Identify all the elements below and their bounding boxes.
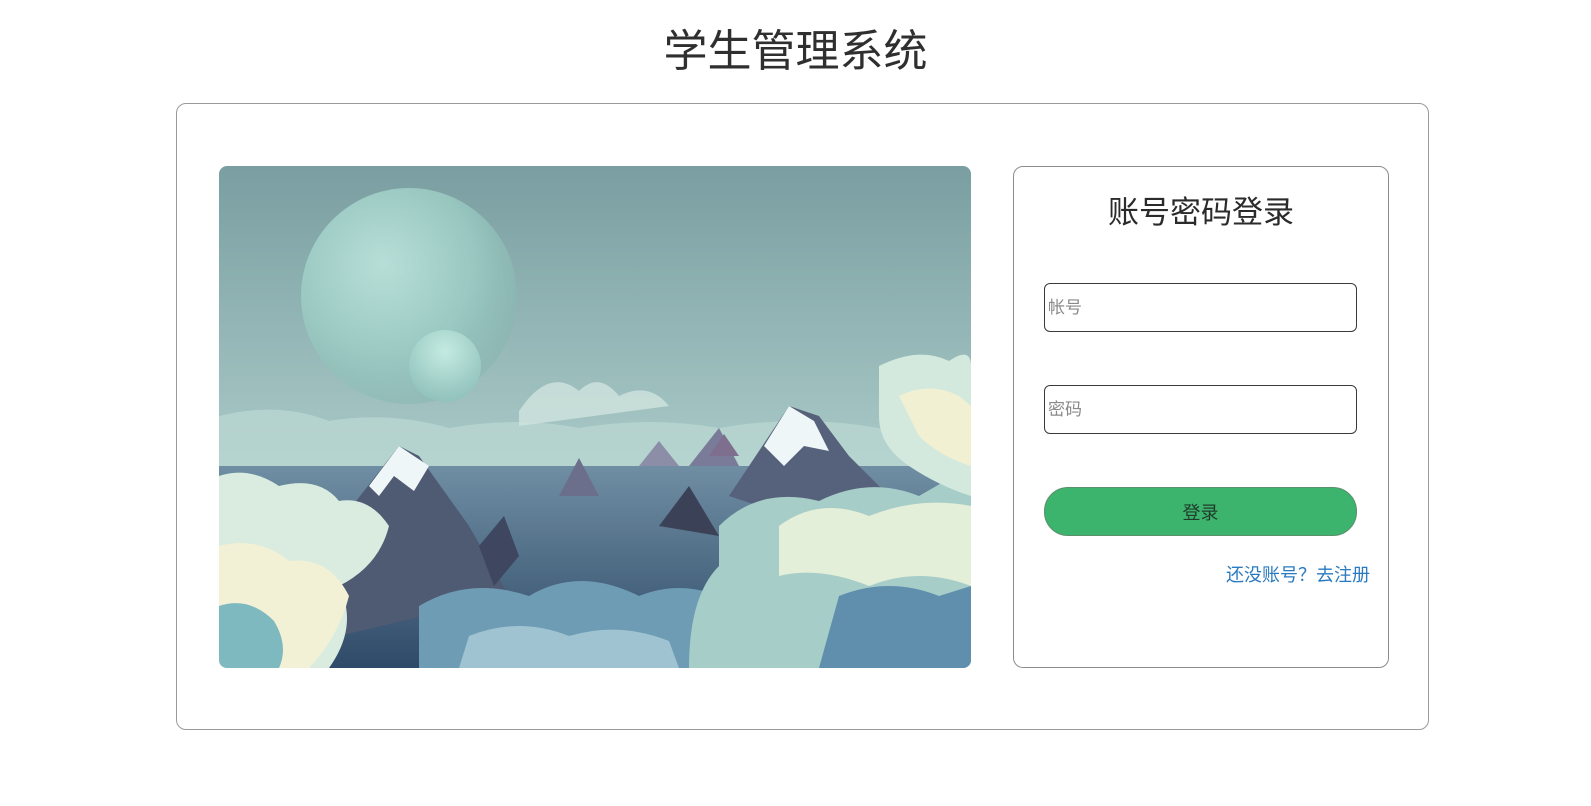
login-title: 账号密码登录 [1108,195,1294,231]
password-input[interactable] [1044,385,1357,434]
login-panel: 账号密码登录 登录 还没账号？去注册 [1013,166,1389,668]
login-button[interactable]: 登录 [1044,487,1357,536]
register-link[interactable]: 还没账号？去注册 [1226,561,1370,587]
page-title: 学生管理系统 [663,26,928,77]
landscape-illustration [219,166,971,668]
username-input[interactable] [1044,283,1357,332]
